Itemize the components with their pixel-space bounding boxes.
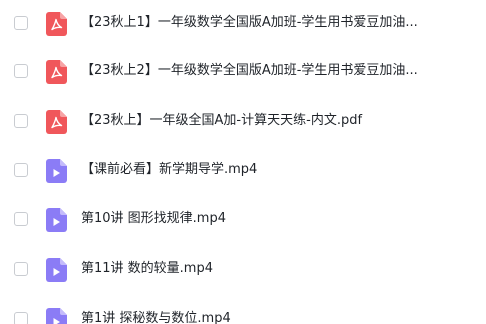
list-item[interactable]: 【23秋上2】一年级数学全国版A加班-学生用书爱豆加油... (0, 56, 486, 88)
video-icon (46, 159, 67, 183)
row-checkbox[interactable] (14, 114, 28, 128)
video-icon (46, 208, 67, 232)
file-list: 【23秋上1】一年级数学全国版A加班-学生用书爱豆加油... 【23秋上2】一年… (0, 0, 486, 324)
row-checkbox[interactable] (14, 163, 28, 177)
file-name: 第11讲 数的较量.mp4 (81, 261, 213, 276)
pdf-icon (46, 60, 67, 84)
list-item[interactable]: 【课前必看】新学期导学.mp4 (0, 155, 486, 187)
row-checkbox[interactable] (14, 212, 28, 226)
video-icon (46, 258, 67, 282)
file-name: 第1讲 探秘数与数位.mp4 (81, 311, 231, 324)
pdf-icon (46, 110, 67, 134)
row-checkbox[interactable] (14, 262, 28, 276)
video-icon (46, 308, 67, 324)
row-checkbox[interactable] (14, 312, 28, 324)
pdf-icon (46, 12, 67, 36)
file-name: 【23秋上】一年级全国A加-计算天天练-内文.pdf (81, 113, 363, 128)
file-name: 第10讲 图形找规律.mp4 (81, 211, 226, 226)
list-item[interactable]: 第11讲 数的较量.mp4 (0, 254, 486, 286)
list-item[interactable]: 【23秋上1】一年级数学全国版A加班-学生用书爱豆加油... (0, 8, 486, 40)
file-name: 【23秋上2】一年级数学全国版A加班-学生用书爱豆加油... (81, 63, 418, 78)
list-item[interactable]: 第1讲 探秘数与数位.mp4 (0, 304, 486, 324)
list-item[interactable]: 第10讲 图形找规律.mp4 (0, 204, 486, 236)
file-name: 【课前必看】新学期导学.mp4 (81, 162, 258, 177)
row-checkbox[interactable] (14, 16, 28, 30)
list-item[interactable]: 【23秋上】一年级全国A加-计算天天练-内文.pdf (0, 106, 486, 138)
row-checkbox[interactable] (14, 64, 28, 78)
file-name: 【23秋上1】一年级数学全国版A加班-学生用书爱豆加油... (81, 15, 418, 30)
